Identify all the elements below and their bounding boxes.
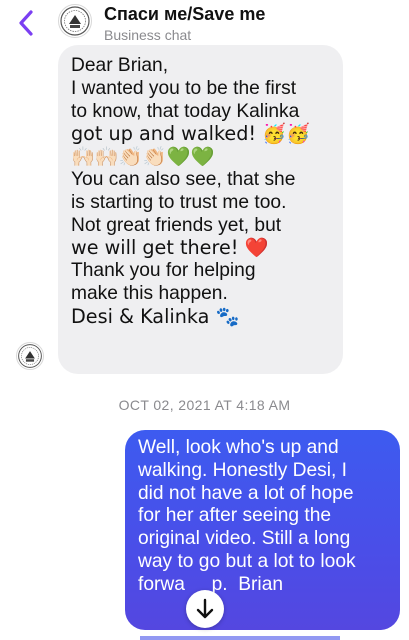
scroll-to-bottom-button[interactable] [186,590,224,628]
message-line: way to go but a lot to look [138,550,356,572]
message-line: we will get there! ❤️ [71,236,269,260]
message-line: Dear Brian, [71,55,169,76]
message-line: walking. Honestly Desi, I [138,459,348,481]
incoming-message[interactable]: Dear Brian, I wanted you to be the first… [58,45,343,374]
message-line: Well, look who's up and [138,437,339,458]
back-button[interactable] [14,8,38,38]
message-line: got up and walked! 🥳🥳 [71,122,310,146]
message-timestamp: OCT 02, 2021 AT 4:18 AM [118,397,291,413]
chat-header: Спаси ме/Save me Business chat [0,0,409,48]
page-title[interactable]: Спаси ме/Save me [104,4,265,25]
message-line: Desi & Kalinka 🐾 [71,304,240,328]
message-line: did not have a lot of hope [138,482,354,504]
message-line: You can also see, that she [71,168,296,190]
message-line: make this happen. [71,282,228,304]
chat-screen: Спаси ме/Save me Business chat Dear Bria… [0,0,409,640]
save-me-logo [18,344,42,368]
outgoing-message[interactable]: Well, look who's up and walking. Honestl… [125,430,400,630]
message-line: for her after seeing the [138,505,332,527]
chevron-left-icon [19,10,33,36]
sender-avatar[interactable] [16,342,44,370]
message-line: original video. Still a long [138,528,351,550]
message-line: I wanted you to be the first [71,77,297,99]
message-line: Not great friends yet, but [71,214,282,236]
message-line: is starting to trust me too. [71,191,287,213]
next-message-edge [140,636,340,640]
message-line: forwa p. Brian [138,573,284,595]
chat-type-label: Business chat [104,27,192,43]
arrow-down-icon [196,598,214,619]
message-line: Thank you for helping [71,260,256,282]
avatar[interactable] [58,4,92,38]
save-me-logo [60,6,90,36]
message-line: 🙌🏻🙌🏻👏🏻👏🏻💚💚 [71,145,215,169]
message-line: to know, that today Kalinka [71,100,300,122]
